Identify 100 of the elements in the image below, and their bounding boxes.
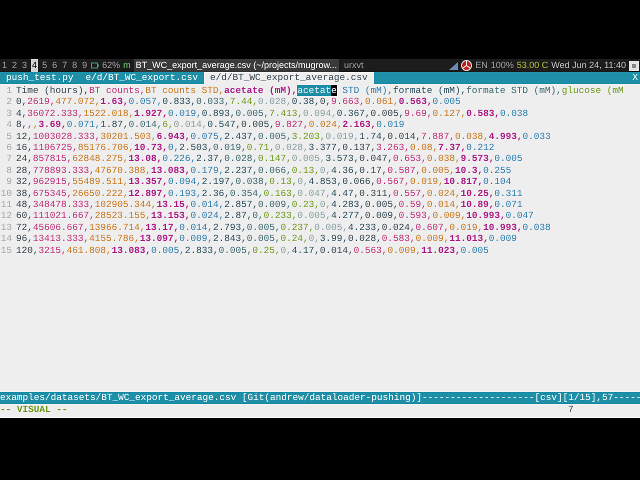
csv-cell: BT counts,	[89, 85, 146, 96]
csv-cell: 0.311	[494, 188, 522, 200]
close-button[interactable]: X	[632, 72, 640, 84]
workspace-tab[interactable]: 2	[11, 58, 18, 72]
editor-tab[interactable]: e/d/BT_WC_export_average.csv	[204, 72, 374, 84]
window-title[interactable]: BT_WC_export_average.csv (~/projects/mugrow...	[134, 58, 339, 72]
csv-cell: 0.226,	[162, 153, 196, 165]
workspace-tab[interactable]: 4	[31, 58, 38, 72]
csv-cell: 4.47,	[331, 188, 360, 200]
csv-cell: 0.014,	[190, 199, 224, 210]
line-number: 13	[0, 222, 13, 234]
csv-cell: 9.663,	[331, 96, 365, 108]
csv-cell: 461.808,	[66, 244, 112, 256]
line-number: 4	[5, 119, 13, 131]
csv-cell: 0.014,	[320, 244, 354, 256]
workspace-tab[interactable]: 7	[61, 58, 68, 72]
csv-cell: 0.005,	[151, 244, 185, 256]
csv-cell: 0.014,	[128, 119, 162, 131]
csv-cell: 102905.344,	[94, 199, 157, 210]
csv-cell: 4.233,	[348, 222, 382, 234]
workspace-tab[interactable]: 5	[41, 58, 48, 72]
csv-cell: Time (hours),	[16, 85, 90, 96]
csv-cell: 16,	[16, 142, 33, 154]
csv-cell: BT counts STD,	[145, 85, 224, 96]
csv-cell: 4.17,	[292, 244, 320, 256]
csv-cell: 0.367,	[336, 108, 371, 120]
fan-icon	[461, 60, 472, 71]
csv-cell: 2.197,	[202, 176, 236, 188]
csv-cell: 0.005,	[218, 244, 252, 256]
workspace-tab[interactable]: 8	[71, 58, 78, 72]
csv-cell: 0.24,	[280, 233, 309, 245]
csv-cell: 0.047,	[297, 188, 332, 200]
volume-level: 100%	[490, 58, 514, 72]
csv-cell: 0,	[297, 176, 309, 188]
csv-cell: 0.005	[494, 153, 522, 165]
signal-icon	[449, 62, 458, 70]
window-title[interactable]: urxvt	[342, 58, 366, 72]
csv-cell: 0.23,	[292, 199, 320, 210]
csv-cell: 4,	[16, 108, 28, 120]
csv-cell: 2.163,	[342, 119, 376, 131]
csv-cell: 0.024,	[308, 119, 342, 131]
csv-cell: 0.005	[460, 244, 489, 256]
csv-cell: 0.038	[500, 108, 528, 120]
csv-cell: 0.024,	[382, 222, 416, 234]
csv-cell: 0.014,	[174, 119, 208, 131]
csv-cell: 28,	[16, 164, 33, 176]
csv-cell: 0.028,	[348, 233, 382, 245]
selection-count: 7	[568, 404, 575, 416]
csv-cell: 0.038,	[235, 176, 270, 188]
csv-cell: 0.354,	[230, 188, 264, 200]
text-cursor: e	[331, 85, 337, 96]
csv-cell: 3.573,	[326, 153, 360, 165]
line-number: 2	[5, 96, 13, 108]
csv-cell: 96,	[16, 233, 33, 245]
csv-cell: formate STD (mM),	[466, 85, 562, 96]
csv-cell: 0.147,	[258, 153, 292, 165]
line-number: 15	[0, 244, 13, 256]
csv-cell: 0.179,	[190, 164, 224, 176]
line-number: 8	[5, 164, 13, 176]
csv-cell: 0.033	[522, 130, 551, 142]
csv-cell: 9.573,	[460, 153, 494, 165]
csv-cell: 0.005,	[297, 210, 332, 222]
workspace-tab[interactable]: 9	[81, 58, 88, 72]
csv-cell: 0.104	[483, 176, 512, 188]
csv-cell: 0.005,	[314, 222, 348, 234]
csv-cell: 24,	[16, 153, 33, 165]
csv-cell: 3.377,	[308, 142, 342, 154]
csv-cell: 1.63,	[100, 96, 129, 108]
editor-tab[interactable]: push_test.py	[0, 72, 80, 84]
csv-cell: 111021.667,	[32, 210, 95, 222]
csv-cell: 1003028.333,	[32, 130, 100, 142]
csv-cell: 0.014,	[387, 130, 422, 142]
csv-cell: 62848.275,	[72, 153, 129, 165]
csv-cell: 0.17,	[359, 164, 388, 176]
csv-cell: 0.019,	[449, 222, 484, 234]
csv-cell: 9.827,	[274, 119, 309, 131]
csv-cell: 4.36,	[331, 164, 360, 176]
csv-cell: 10.73,	[134, 142, 168, 154]
csv-cell: 28523.155,	[94, 210, 152, 222]
csv-cell: 0.094,	[303, 108, 337, 120]
workspace-tab[interactable]: 1	[1, 58, 8, 72]
csv-cell: 2.503,	[179, 142, 213, 154]
line-number: 1	[5, 85, 13, 96]
workspace-tab[interactable]: 3	[21, 58, 28, 72]
csv-cell: 0.005,	[421, 164, 455, 176]
csv-cell: 0.311,	[359, 188, 394, 200]
csv-cell: 0.066,	[342, 176, 376, 188]
workspace-tab[interactable]: 6	[51, 58, 58, 72]
line-number: 12	[0, 210, 13, 222]
csv-cell: 4.853,	[308, 176, 342, 188]
editor-tab[interactable]: e/d/BT_WC_export.csv	[80, 72, 204, 84]
csv-cell: 0.009,	[387, 244, 422, 256]
csv-cell: 0.005,	[292, 153, 326, 165]
csv-cell: 477.072,	[55, 96, 100, 108]
csv-cell: 13.097,	[140, 233, 180, 245]
csv-cell: 0.005,	[246, 233, 280, 245]
csv-cell: 0.009,	[416, 233, 450, 245]
mode-indicator: -- VISUAL --	[0, 404, 68, 416]
csv-cell: 13.083,	[151, 164, 190, 176]
csv-cell: 6.943,	[156, 130, 190, 142]
